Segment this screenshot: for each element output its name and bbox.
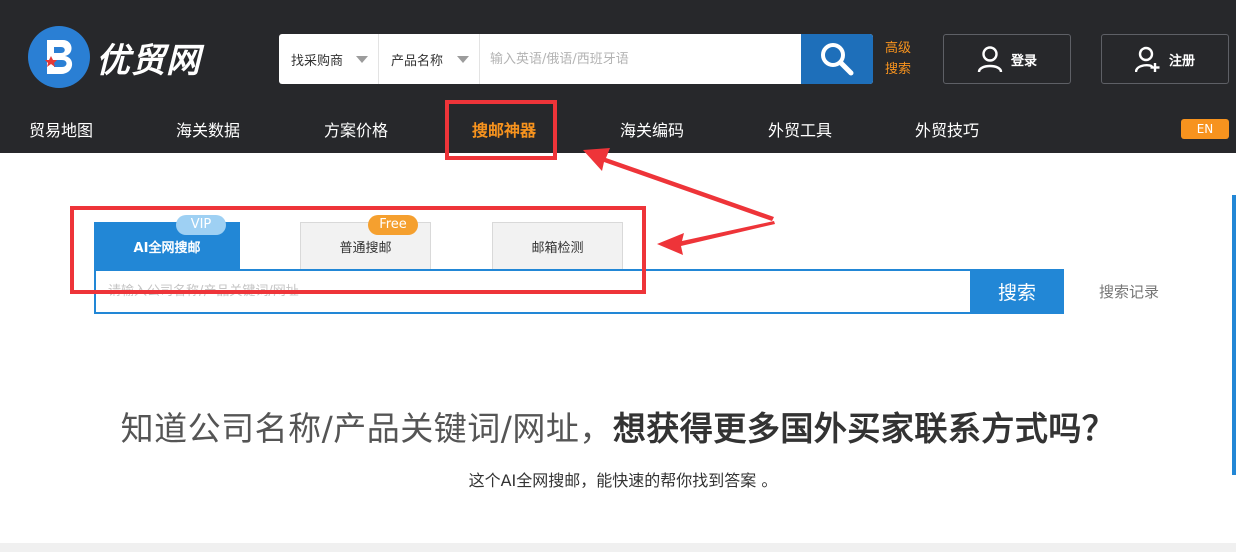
annotation-box-nav (445, 100, 557, 160)
footer-band (0, 543, 1236, 552)
hero-headline-part1: 知道公司名称/产品关键词/网址， (120, 409, 613, 448)
register-label: 注册 (1168, 53, 1195, 69)
chevron-down-icon (356, 56, 368, 63)
nav-item-trade-map[interactable]: 贸易地图 (29, 117, 93, 141)
annotation-arrow-down (657, 221, 775, 255)
hero-headline: 知道公司名称/产品关键词/网址，想获得更多国外买家联系方式吗？ (0, 402, 1236, 450)
nav-item-pricing[interactable]: 方案价格 (324, 117, 388, 141)
search-scope-label: 找采购商 (291, 53, 344, 69)
language-switch-en[interactable]: EN (1181, 119, 1229, 139)
site-header: 优贸网 找采购商 产品名称 高级 搜索 (0, 0, 1236, 153)
hero-subline: 这个AI全网搜邮，能快速的帮你找到答案 。 (468, 471, 778, 490)
advanced-search-line1: 高级 (885, 41, 912, 56)
login-label: 登录 (1010, 53, 1037, 69)
page-root: 优贸网 找采购商 产品名称 高级 搜索 (0, 0, 1236, 552)
search-icon (821, 43, 854, 76)
search-field-label: 产品名称 (391, 53, 444, 69)
top-search-button[interactable] (801, 34, 873, 84)
logo-b-icon (28, 26, 90, 88)
register-button[interactable]: 注册 (1101, 34, 1229, 84)
main-search-button[interactable]: 搜索 (970, 269, 1064, 314)
user-icon (977, 46, 1003, 73)
logo-text: 优贸网 (96, 40, 201, 81)
nav-item-hs-codes[interactable]: 海关编码 (620, 117, 684, 141)
top-search-input[interactable] (480, 34, 801, 84)
top-search-bar: 找采购商 产品名称 (279, 34, 873, 84)
add-user-icon (1134, 46, 1160, 73)
search-scope-dropdown[interactable]: 找采购商 (279, 34, 379, 84)
nav-item-trade-tips[interactable]: 外贸技巧 (915, 117, 979, 141)
chevron-down-icon (457, 56, 469, 63)
hero-headline-part2: 想获得更多国外买家联系方式吗？ (612, 409, 1116, 448)
annotation-box-tabs (70, 206, 646, 294)
login-button[interactable]: 登录 (943, 34, 1071, 84)
nav-item-customs-data[interactable]: 海关数据 (176, 117, 240, 141)
advanced-search-line2: 搜索 (885, 62, 912, 77)
advanced-search-link[interactable]: 高级 搜索 (885, 38, 919, 80)
nav-item-trade-tools[interactable]: 外贸工具 (768, 117, 832, 141)
main-search-button-label: 搜索 (997, 282, 1036, 304)
search-field-dropdown[interactable]: 产品名称 (379, 34, 480, 84)
site-logo[interactable]: 优贸网 (28, 26, 201, 88)
search-history-link[interactable]: 搜索记录 (1099, 281, 1159, 302)
